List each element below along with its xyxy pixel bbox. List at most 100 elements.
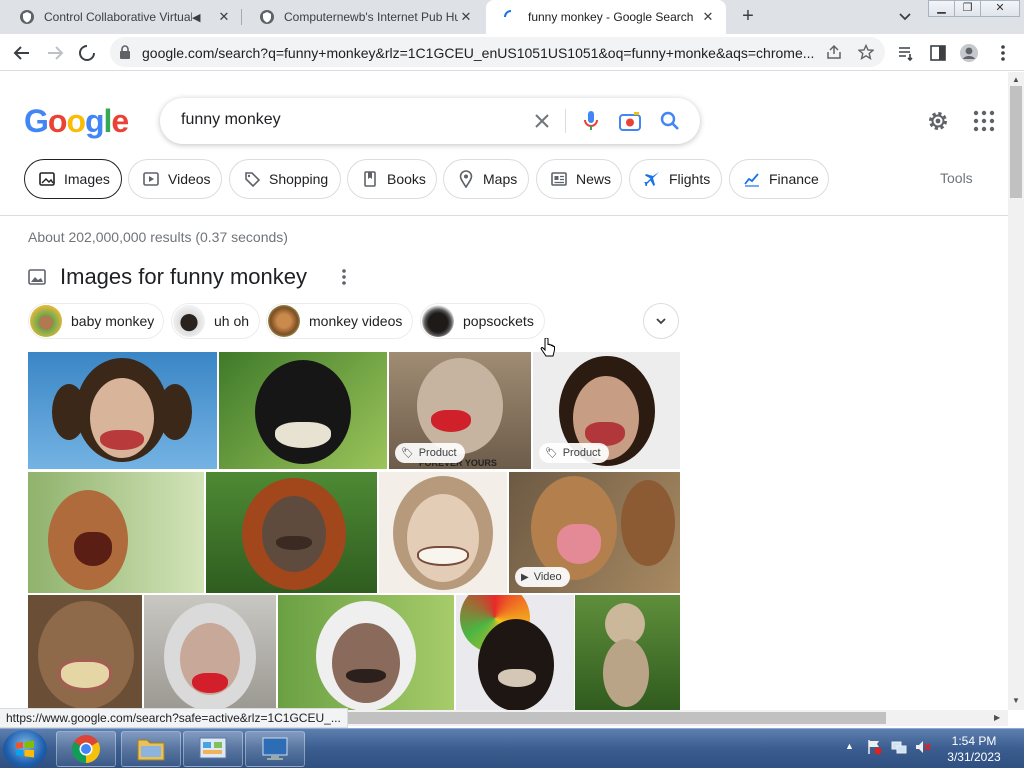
- forward-arrow-icon[interactable]: [44, 42, 66, 64]
- more-menu-icon[interactable]: [993, 43, 1013, 63]
- image-result[interactable]: ▶ Video: [509, 472, 680, 593]
- status-bar-url: https://www.google.com/search?safe=activ…: [0, 708, 348, 728]
- lock-icon[interactable]: [119, 45, 131, 59]
- chip-flights[interactable]: Flights: [629, 159, 722, 199]
- image-result[interactable]: [219, 352, 387, 469]
- search-input[interactable]: funny monkey: [181, 111, 281, 129]
- related-chip-uh-oh[interactable]: uh oh: [171, 303, 260, 339]
- chevron-down-icon[interactable]: [896, 8, 914, 26]
- scroll-down-arrow-icon[interactable]: ▼: [1012, 696, 1020, 705]
- product-badge: 🏷 Product: [539, 443, 609, 463]
- control-panel-icon[interactable]: [183, 731, 243, 767]
- google-logo[interactable]: Google: [24, 103, 129, 140]
- image-result[interactable]: [278, 595, 454, 710]
- close-tab-icon[interactable]: ✕: [700, 9, 716, 25]
- action-center-flag-icon[interactable]: [866, 739, 882, 755]
- start-button[interactable]: [3, 730, 47, 768]
- images-heading[interactable]: Images for funny monkey: [60, 264, 307, 290]
- show-hidden-icons-arrow-icon[interactable]: ▲: [845, 741, 861, 757]
- chip-finance[interactable]: Finance: [729, 159, 829, 199]
- scroll-up-arrow-icon[interactable]: ▲: [1012, 75, 1020, 84]
- volume-muted-icon[interactable]: [915, 739, 931, 755]
- image-result[interactable]: [575, 595, 680, 710]
- logo-letter: o: [66, 103, 86, 139]
- remote-desktop-icon[interactable]: [245, 731, 305, 767]
- microphone-icon[interactable]: [580, 110, 602, 132]
- share-icon[interactable]: [825, 43, 843, 61]
- chip-maps[interactable]: Maps: [443, 159, 529, 199]
- chip-label: Videos: [168, 171, 211, 187]
- tab-computernewb[interactable]: Computernewb's Internet Pub Hu ✕: [242, 0, 484, 34]
- chip-label: News: [576, 171, 612, 187]
- tab-strip: Control Collaborative Virtual ◀︎ ✕ Compu…: [0, 0, 1024, 34]
- shield-icon: [19, 9, 35, 25]
- search-icon[interactable]: [659, 110, 681, 132]
- address-bar[interactable]: google.com/search?q=funny+monkey&rlz=1C1…: [110, 37, 885, 67]
- vertical-scrollbar[interactable]: ▲ ▼: [1008, 72, 1024, 710]
- related-chip-baby-monkey[interactable]: baby monkey: [28, 303, 164, 339]
- images-section-header: Images for funny monkey: [28, 264, 346, 290]
- chip-label: Images: [64, 171, 110, 187]
- google-apps-grid-icon[interactable]: [973, 110, 995, 132]
- related-label: uh oh: [214, 313, 250, 329]
- map-pin-icon: [457, 170, 475, 188]
- thumbnail: [30, 305, 62, 337]
- expand-related-chevron-icon[interactable]: [643, 303, 679, 339]
- camera-lens-icon[interactable]: [619, 110, 641, 132]
- image-result[interactable]: [456, 595, 574, 710]
- search-box[interactable]: funny monkey: [160, 98, 700, 144]
- minimize-button[interactable]: ▁: [928, 0, 955, 17]
- bookmark-star-icon[interactable]: [857, 43, 875, 61]
- close-window-button[interactable]: ✕: [980, 0, 1020, 17]
- image-result[interactable]: [206, 472, 377, 593]
- image-result[interactable]: FOREVER YOURS 🏷 Product: [389, 352, 531, 469]
- tab-control-collaborative[interactable]: Control Collaborative Virtual ◀︎ ✕: [2, 0, 242, 34]
- logo-letter: e: [111, 103, 129, 139]
- chip-news[interactable]: News: [536, 159, 622, 199]
- logo-letter: o: [47, 103, 68, 139]
- stop-loading-icon[interactable]: [76, 42, 98, 64]
- related-chip-monkey-videos[interactable]: monkey videos: [266, 303, 413, 339]
- profile-avatar-icon[interactable]: [959, 43, 979, 63]
- network-icon[interactable]: [891, 739, 907, 755]
- image-result[interactable]: [28, 352, 217, 469]
- related-chip-popsockets[interactable]: popsockets: [420, 303, 545, 339]
- close-tab-icon[interactable]: ✕: [216, 9, 232, 25]
- new-tab-button[interactable]: +: [737, 5, 759, 27]
- chip-books[interactable]: Books: [347, 159, 437, 199]
- clear-search-icon[interactable]: [531, 110, 553, 132]
- tools-button[interactable]: Tools: [940, 170, 973, 186]
- image-result[interactable]: 🏷 Product: [533, 352, 680, 469]
- tab-funny-monkey[interactable]: funny monkey - Google Search ✕: [486, 0, 726, 34]
- image-result[interactable]: [28, 472, 204, 593]
- speaker-mute-icon[interactable]: ◀︎: [192, 11, 208, 24]
- image-icon: [28, 268, 46, 286]
- settings-gear-icon[interactable]: [926, 109, 950, 133]
- image-result[interactable]: [144, 595, 276, 710]
- url-text[interactable]: google.com/search?q=funny+monkey&rlz=1C1…: [142, 45, 814, 61]
- image-result[interactable]: [28, 595, 142, 710]
- restore-button[interactable]: ❐: [954, 0, 981, 17]
- hand-cursor-icon: [540, 337, 556, 360]
- chip-images[interactable]: Images: [24, 159, 122, 199]
- thumbnail: [422, 305, 454, 337]
- more-options-icon[interactable]: [334, 267, 354, 287]
- scroll-right-arrow-icon[interactable]: ▶: [994, 713, 1000, 722]
- book-icon: [361, 170, 379, 188]
- chip-shopping[interactable]: Shopping: [229, 159, 341, 199]
- back-arrow-icon[interactable]: [11, 42, 33, 64]
- scroll-thumb[interactable]: [1010, 86, 1022, 198]
- chrome-icon[interactable]: [56, 731, 116, 767]
- reading-list-icon[interactable]: [896, 43, 916, 63]
- chip-videos[interactable]: Videos: [128, 159, 222, 199]
- tab-title: funny monkey - Google Search: [528, 10, 694, 24]
- chip-label: Books: [387, 171, 426, 187]
- system-clock[interactable]: 1:54 PM 3/31/2023: [938, 733, 1010, 765]
- side-panel-icon[interactable]: [928, 43, 948, 63]
- airplane-icon: [643, 170, 661, 188]
- tag-icon: 🏷: [545, 447, 558, 459]
- image-result[interactable]: [379, 472, 507, 593]
- file-explorer-icon[interactable]: [121, 731, 181, 767]
- scroll-thumb[interactable]: [340, 712, 886, 724]
- close-tab-icon[interactable]: ✕: [458, 9, 474, 25]
